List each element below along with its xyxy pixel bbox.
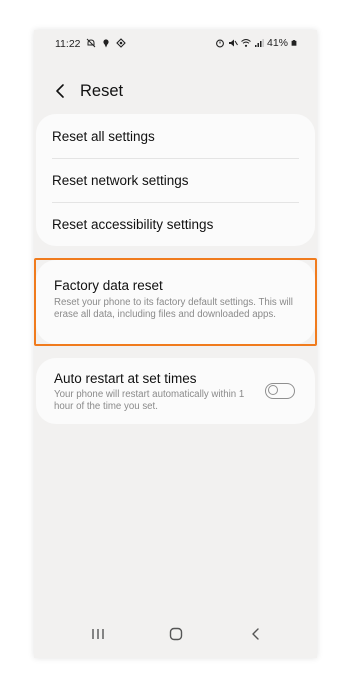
signal-icon [254,39,264,47]
status-bar: 11:22 41% [34,30,317,56]
reset-network-settings-label: Reset network settings [52,173,189,188]
phone-screen: 11:22 41% Reset Reset all settings Reset… [34,30,317,658]
reset-accessibility-settings-label: Reset accessibility settings [52,217,214,232]
home-icon[interactable] [166,624,186,644]
auto-restart-title: Auto restart at set times [54,371,197,386]
auto-restart[interactable]: Auto restart at set times Your phone wil… [36,358,315,424]
recents-icon[interactable] [88,624,108,644]
back-icon[interactable] [246,624,266,644]
factory-data-reset[interactable]: Factory data reset Reset your phone to i… [36,260,315,344]
wifi-icon [241,39,251,47]
auto-restart-description: Your phone will restart automatically wi… [54,389,245,412]
location-icon [103,39,109,48]
status-time: 11:22 [55,38,81,50]
factory-data-reset-title: Factory data reset [54,278,163,293]
toggle-knob [268,385,278,396]
notifications-off-icon [86,38,96,48]
factory-data-reset-description: Reset your phone to its factory default … [54,297,293,320]
mute-icon [228,39,238,47]
navigation-bar [34,612,317,658]
auto-restart-toggle[interactable] [265,383,295,399]
battery-percent: 41% [266,37,288,49]
reset-all-settings[interactable]: Reset all settings [52,114,299,158]
header: Reset [52,80,123,102]
status-left-icons [86,38,126,48]
sync-icon [116,38,126,48]
reset-all-settings-label: Reset all settings [52,128,155,144]
status-right-icons: 41% [215,37,297,49]
page-title: Reset [80,81,124,100]
battery-icon [291,40,297,46]
reset-accessibility-settings[interactable]: Reset accessibility settings [52,202,299,246]
reset-network-settings[interactable]: Reset network settings [52,158,299,202]
alarm-icon [216,39,224,48]
chevron-left-icon[interactable] [52,82,70,100]
reset-options-card: Reset all settings Reset network setting… [36,114,315,246]
